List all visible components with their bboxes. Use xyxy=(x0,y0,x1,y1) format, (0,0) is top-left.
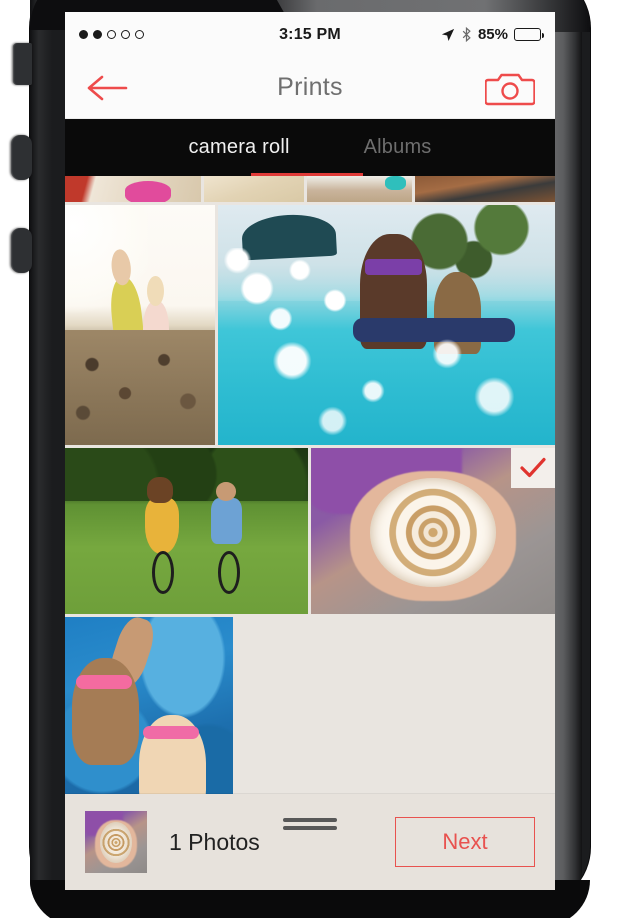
photo-pool-girls[interactable] xyxy=(65,617,233,822)
selection-bottom-bar: 1 Photos Next xyxy=(65,794,555,890)
photo-deck[interactable] xyxy=(414,176,555,202)
photo-pink-paddle[interactable] xyxy=(65,176,202,202)
photo-sand[interactable] xyxy=(204,176,304,202)
battery-percentage-label: 85% xyxy=(477,26,508,43)
page-title: Prints xyxy=(277,73,343,101)
photo-feet[interactable] xyxy=(306,176,412,202)
photo-selected-badge[interactable] xyxy=(511,448,555,488)
status-bar-right-group: 85% xyxy=(441,26,544,43)
photo-row xyxy=(65,205,555,445)
photo-pool-splash[interactable] xyxy=(218,205,555,445)
next-button[interactable]: Next xyxy=(395,817,535,867)
bluetooth-icon xyxy=(462,27,471,42)
photo-row xyxy=(65,617,555,822)
selected-photo-thumbnail[interactable] xyxy=(85,811,147,873)
tab-camera-roll[interactable]: camera roll xyxy=(188,136,289,159)
volume-down-button[interactable] xyxy=(11,228,32,273)
phone-left-edge xyxy=(30,0,52,905)
tab-bar: camera roll Albums xyxy=(65,119,555,176)
navigation-bar: Prints xyxy=(65,57,555,119)
volume-up-button[interactable] xyxy=(11,135,32,180)
photo-bike-ride[interactable] xyxy=(65,448,308,614)
tab-albums[interactable]: Albums xyxy=(364,136,432,159)
photo-count-label: 1 Photos xyxy=(169,828,260,855)
photo-grid xyxy=(65,176,555,822)
drag-handle[interactable] xyxy=(283,818,337,830)
battery-icon xyxy=(514,28,544,41)
mute-switch-button[interactable] xyxy=(13,43,32,85)
photo-row xyxy=(65,448,555,614)
photo-seashell[interactable] xyxy=(311,448,555,614)
photo-row xyxy=(65,176,555,202)
checkmark-icon xyxy=(520,457,546,478)
camera-icon[interactable] xyxy=(485,69,535,107)
phone-screen: 3:15 PM 85% Prints camera roll Albums 1 … xyxy=(65,12,555,890)
photo-beach-kids[interactable] xyxy=(65,205,215,445)
status-bar: 3:15 PM 85% xyxy=(65,12,555,57)
screenshot-stage: 3:15 PM 85% Prints camera roll Albums 1 … xyxy=(0,0,634,918)
location-arrow-icon xyxy=(441,28,455,41)
